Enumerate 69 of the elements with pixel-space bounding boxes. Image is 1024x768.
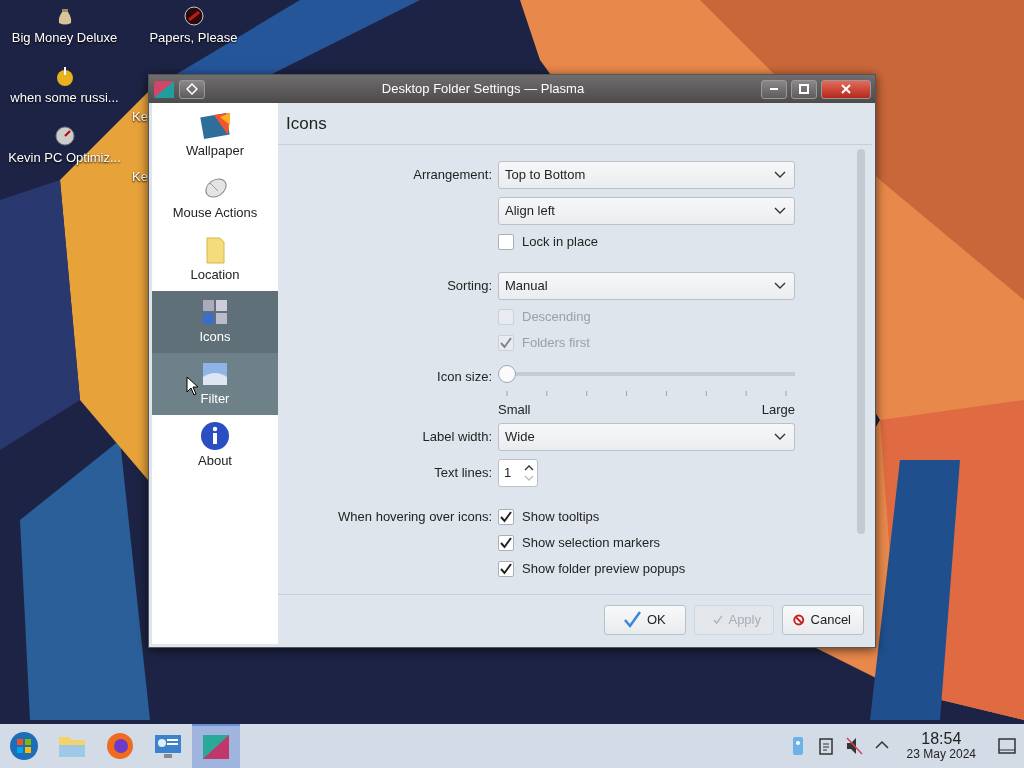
chevron-down-icon xyxy=(774,171,786,179)
show-desktop-icon[interactable] xyxy=(998,737,1016,755)
chevron-down-icon xyxy=(774,282,786,290)
dropdown[interactable]: Align left xyxy=(498,197,795,225)
checkmark-icon xyxy=(623,610,641,629)
start-orb-icon xyxy=(9,731,39,761)
checkmark-icon xyxy=(500,562,512,575)
sidebar-item[interactable]: Icons xyxy=(152,291,278,353)
checkmark-icon xyxy=(500,510,512,523)
gauge-icon[interactable] xyxy=(54,126,75,146)
checkbox-label[interactable]: Show folder preview popups xyxy=(522,558,686,579)
minimize-icon xyxy=(770,88,778,90)
app-icon[interactable] xyxy=(153,79,175,99)
checkmark-icon xyxy=(500,536,512,549)
checkbox[interactable] xyxy=(498,508,514,525)
checkbox-label[interactable]: Show selection markers xyxy=(522,532,660,553)
desktop-settings-icon xyxy=(201,732,231,762)
field-label: Sorting: xyxy=(446,277,492,296)
slider-min-label: Small xyxy=(498,402,531,417)
sidebar-item[interactable]: About xyxy=(152,415,278,477)
checkbox[interactable] xyxy=(498,534,514,551)
clock-date[interactable]: 23 May 2024 xyxy=(906,748,976,761)
desktop-icon-label[interactable]: Papers, Please xyxy=(149,28,238,48)
field-label: Text lines: xyxy=(433,463,492,482)
checkbox-label[interactable]: Lock in place xyxy=(522,232,598,252)
field-label: Arrangement: xyxy=(412,166,492,185)
close-icon xyxy=(841,84,851,94)
field-label: Label width: xyxy=(421,427,492,446)
info-icon xyxy=(200,421,230,452)
muted-speaker-icon[interactable] xyxy=(844,736,863,756)
desktop-icon-label[interactable]: when some russi... xyxy=(10,88,119,108)
browser-icon xyxy=(105,731,135,761)
checkbox[interactable] xyxy=(498,560,514,577)
chevron-down-icon xyxy=(774,432,786,441)
taskbar-app[interactable] xyxy=(192,724,240,768)
field-label: When hovering over icons: xyxy=(337,507,492,526)
slider-handle[interactable] xyxy=(498,365,516,383)
emblem-icon[interactable] xyxy=(183,6,204,26)
wallpaper-icon xyxy=(200,111,230,142)
chevron-down-icon xyxy=(774,207,786,215)
minimize-button[interactable] xyxy=(761,79,787,99)
dialog-button[interactable]: Cancel xyxy=(782,604,864,635)
checkbox[interactable] xyxy=(498,234,514,250)
sidebar-item[interactable]: Wallpaper xyxy=(152,105,278,167)
close-button[interactable] xyxy=(821,79,871,99)
sidebar-item[interactable]: Filter xyxy=(152,353,278,415)
dropdown[interactable]: Wide xyxy=(498,422,795,451)
dialog-button[interactable]: OK xyxy=(604,604,686,635)
diamond-icon xyxy=(186,83,198,95)
slider-max-label: Large xyxy=(761,402,795,417)
field-label: Icon size: xyxy=(436,368,492,386)
dropdown[interactable]: Manual xyxy=(498,272,795,300)
checkbox-label[interactable]: Show tooltips xyxy=(522,506,600,527)
desktop-icon-label[interactable]: Big Money Deluxe xyxy=(11,28,118,48)
clock-time[interactable]: 18:54 xyxy=(921,731,962,749)
maximize-icon xyxy=(799,84,809,94)
sidebar-item[interactable]: Mouse Actions xyxy=(152,167,278,229)
checkbox-label: Folders first xyxy=(522,334,590,353)
burst-icon[interactable] xyxy=(54,66,75,86)
spin-box[interactable]: 1 xyxy=(498,458,538,487)
window-title: Desktop Folder Settings — Plasma xyxy=(380,80,586,99)
clipboard-icon[interactable] xyxy=(816,736,835,756)
dropdown[interactable]: Top to Bottom xyxy=(498,161,795,189)
sidebar-item[interactable]: Location xyxy=(152,229,278,291)
mouse-pointer-icon xyxy=(186,376,200,396)
pin-button[interactable] xyxy=(179,79,205,99)
scrollbar[interactable] xyxy=(857,149,865,534)
checkbox-label: Descending xyxy=(522,308,591,327)
maximize-button[interactable] xyxy=(791,79,817,99)
